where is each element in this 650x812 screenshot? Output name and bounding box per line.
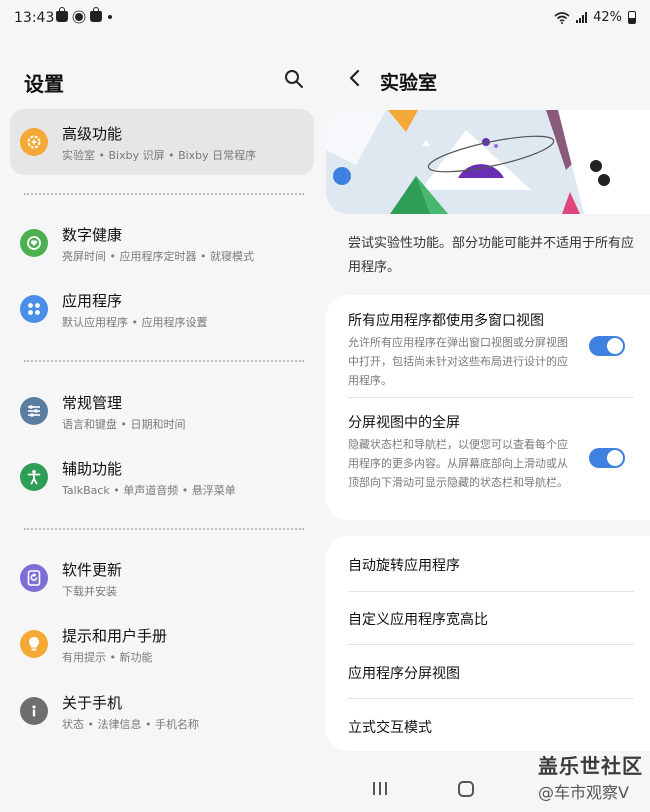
heart-ring-icon	[20, 229, 48, 257]
item-label: 提示和用户手册	[62, 627, 168, 645]
settings-item-advanced-features[interactable]: 高级功能 实验室 • Bixby 识屏 • Bixby 日常程序	[10, 109, 314, 175]
gear-plus-icon	[20, 128, 48, 156]
item-label: 软件更新	[62, 561, 123, 579]
divider	[348, 698, 634, 699]
divider	[348, 644, 634, 645]
accessibility-icon	[20, 463, 48, 491]
sun-icon	[75, 12, 83, 21]
settings-item-tips-manual[interactable]: 提示和用户手册 有用提示 • 新功能	[10, 611, 314, 677]
status-bar: 13:43 42%	[0, 0, 650, 38]
labs-title: 实验室	[380, 72, 438, 94]
link-flex-mode[interactable]: 立式交互模式	[348, 717, 432, 737]
option-multiwindow-all-apps[interactable]: 所有应用程序都使用多窗口视图 允许所有应用程序在弹出窗口视图或分屏视图中打开，包…	[348, 311, 578, 390]
item-label: 关于手机	[62, 694, 123, 712]
item-subtitle: 语言和键盘 • 日期和时间	[62, 418, 186, 431]
divider	[24, 528, 304, 530]
item-subtitle: 状态 • 法律信息 • 手机名称	[62, 718, 199, 731]
search-icon[interactable]	[284, 69, 304, 89]
option-label: 分屏视图中的全屏	[348, 415, 460, 431]
item-subtitle: 有用提示 • 新功能	[62, 651, 153, 664]
item-label: 常规管理	[62, 394, 123, 412]
divider	[24, 360, 304, 362]
settings-title: 设置	[24, 72, 64, 96]
link-auto-rotate-apps[interactable]: 自动旋转应用程序	[348, 555, 460, 575]
settings-item-accessibility[interactable]: 辅助功能 TalkBack • 单声道音频 • 悬浮菜单	[10, 444, 314, 510]
labs-panel: 实验室 尝试实验性功能。部分功能可能并不适用于所有应用程序。 所有应用程序都使用…	[322, 38, 650, 812]
item-subtitle: 实验室 • Bixby 识屏 • Bixby 日常程序	[62, 149, 257, 162]
item-subtitle: 默认应用程序 • 应用程序设置	[62, 316, 208, 329]
sliders-icon	[20, 397, 48, 425]
status-right: 42%	[554, 10, 636, 25]
settings-item-about-phone[interactable]: 关于手机 状态 • 法律信息 • 手机名称	[10, 678, 314, 744]
settings-item-apps[interactable]: 应用程序 默认应用程序 • 应用程序设置	[10, 276, 314, 342]
back-arrow-icon[interactable]	[348, 70, 362, 86]
status-time: 13:43	[14, 10, 55, 26]
update-icon	[20, 564, 48, 592]
info-icon	[20, 697, 48, 725]
link-app-split-view[interactable]: 应用程序分屏视图	[348, 663, 460, 683]
labs-toggle-card: 所有应用程序都使用多窗口视图 允许所有应用程序在弹出窗口视图或分屏视图中打开，包…	[326, 295, 650, 520]
settings-panel: 设置 高级功能 实验室 • Bixby 识屏 • Bixby 日常程序 数字健康…	[0, 38, 322, 812]
item-label: 应用程序	[62, 292, 123, 310]
home-button[interactable]	[458, 781, 474, 797]
watermark-author: @车市观察V	[538, 783, 629, 802]
notification-icons	[56, 7, 112, 22]
divider	[348, 591, 634, 592]
multiwindow-toggle[interactable]	[589, 336, 625, 356]
dot-icon	[108, 14, 112, 19]
option-fullscreen-split-view[interactable]: 分屏视图中的全屏 隐藏状态栏和导航栏，以便您可以查看每个应用程序的更多内容。从屏…	[348, 413, 578, 492]
recent-apps-button[interactable]	[373, 782, 387, 795]
settings-item-digital-wellbeing[interactable]: 数字健康 亮屏时间 • 应用程序定时器 • 就寝模式	[10, 210, 314, 276]
item-subtitle: 下载并安装	[62, 585, 117, 598]
fullscreen-split-toggle[interactable]	[589, 448, 625, 468]
settings-item-software-update[interactable]: 软件更新 下载并安装	[10, 545, 314, 611]
labs-links-card: 自动旋转应用程序 自定义应用程序宽高比 应用程序分屏视图 立式交互模式	[326, 536, 650, 751]
watermark-community: 盖乐世社区	[538, 754, 643, 778]
item-label: 高级功能	[62, 125, 123, 143]
option-label: 所有应用程序都使用多窗口视图	[348, 313, 544, 329]
lightbulb-icon	[20, 630, 48, 658]
item-subtitle: 亮屏时间 • 应用程序定时器 • 就寝模式	[62, 250, 254, 263]
shopping-bag-icon	[56, 7, 68, 22]
divider	[24, 193, 304, 195]
item-label: 数字健康	[62, 226, 123, 244]
option-subtitle: 允许所有应用程序在弹出窗口视图或分屏视图中打开，包括尚未针对这些布局进行设计的应…	[348, 336, 568, 387]
signal-icon	[576, 12, 588, 23]
item-label: 辅助功能	[62, 460, 123, 478]
item-subtitle: TalkBack • 单声道音频 • 悬浮菜单	[62, 484, 236, 497]
app-grid-icon	[20, 295, 48, 323]
settings-item-general-management[interactable]: 常规管理 语言和键盘 • 日期和时间	[10, 378, 314, 444]
labs-illustration	[326, 110, 650, 214]
option-subtitle: 隐藏状态栏和导航栏，以便您可以查看每个应用程序的更多内容。从屏幕底部向上滑动或从…	[348, 438, 568, 489]
divider	[348, 397, 634, 398]
shopping-bag-icon	[90, 7, 102, 22]
link-custom-aspect-ratio[interactable]: 自定义应用程序宽高比	[348, 609, 488, 629]
battery-icon	[628, 11, 636, 24]
wifi-icon	[554, 11, 570, 24]
labs-description: 尝试实验性功能。部分功能可能并不适用于所有应用程序。	[348, 236, 635, 275]
battery-percent: 42%	[593, 10, 622, 25]
